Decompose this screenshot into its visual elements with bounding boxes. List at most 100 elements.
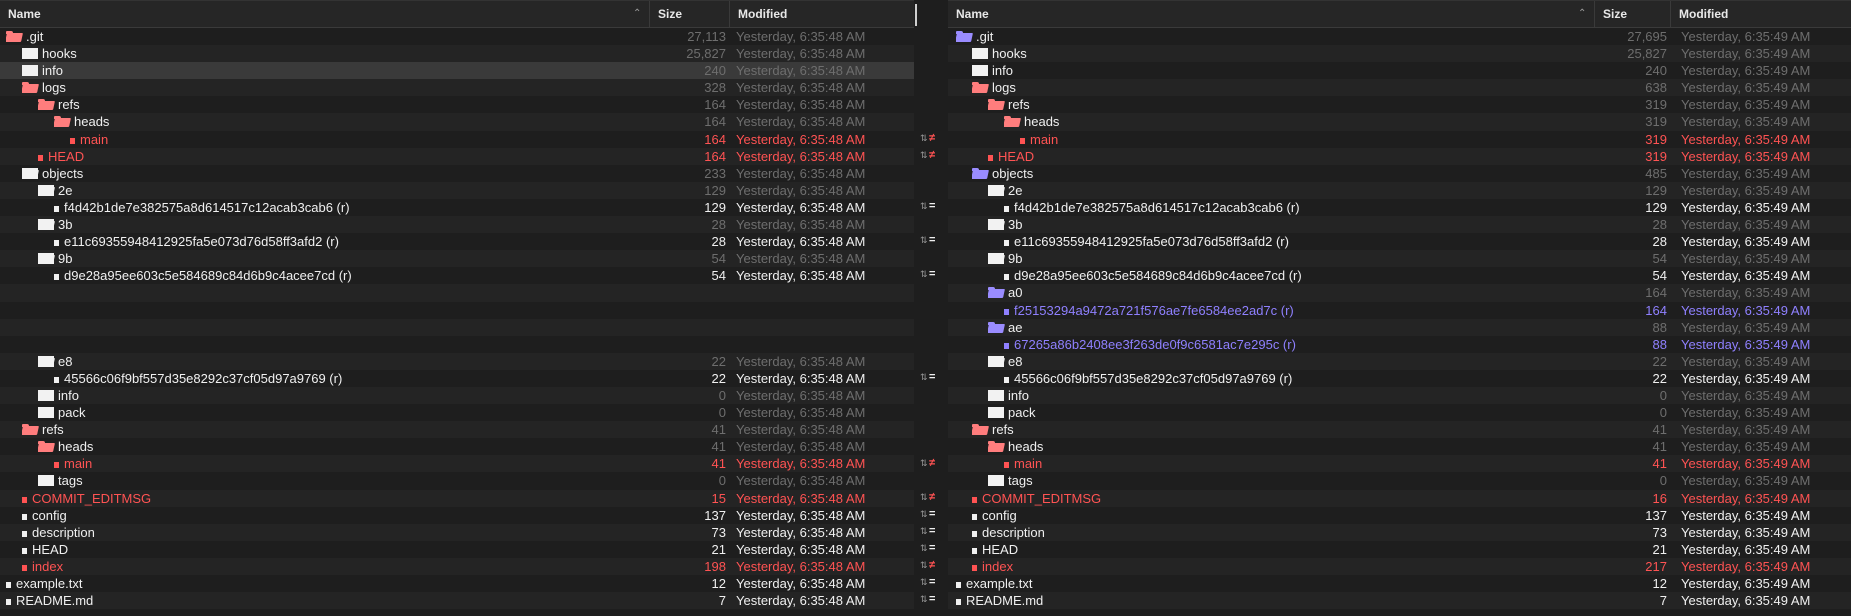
file-row[interactable]: description 73 Yesterday, 6:35:49 AM [948,523,1851,541]
sync-arrows-icon[interactable]: ⇅ [920,232,928,249]
folder-row[interactable]: info 0 Yesterday, 6:35:49 AM [948,386,1851,405]
folder-row[interactable]: info 240 Yesterday, 6:35:49 AM [948,62,1851,79]
file-row[interactable]: 45566c06f9bf557d35e8292c37cf05d97a9769 (… [948,370,1851,387]
folder-row[interactable]: logs 328 Yesterday, 6:35:48 AM [0,79,914,97]
file-row[interactable]: f4d42b1de7e382575a8d614517c12acab3cab6 (… [0,199,914,216]
file-row[interactable]: example.txt 12 Yesterday, 6:35:49 AM [948,575,1851,592]
compare-marker[interactable]: ⇅ = [914,369,948,386]
folder-row[interactable]: objects 485 Yesterday, 6:35:49 AM [948,165,1851,182]
sync-arrows-icon[interactable]: ⇅ [920,574,928,591]
file-row[interactable]: main 164 Yesterday, 6:35:48 AM [0,131,914,148]
folder-row[interactable]: objects 233 Yesterday, 6:35:48 AM [0,165,914,182]
file-row[interactable]: d9e28a95ee603c5e584689c84d6b9c4acee7cd (… [948,267,1851,284]
folder-row[interactable]: logs 638 Yesterday, 6:35:49 AM [948,79,1851,97]
file-row[interactable]: main 319 Yesterday, 6:35:49 AM [948,131,1851,148]
sync-arrows-icon[interactable]: ⇅ [920,540,928,557]
folder-row[interactable]: e8 22 Yesterday, 6:35:48 AM [0,352,914,370]
file-row[interactable]: HEAD 164 Yesterday, 6:35:48 AM [0,147,914,165]
folder-row[interactable]: hooks 25,827 Yesterday, 6:35:49 AM [948,45,1851,63]
compare-marker[interactable]: ⇅ = [914,506,948,523]
modified-column-header[interactable]: Modified [1671,1,1851,27]
folder-row[interactable]: heads 319 Yesterday, 6:35:49 AM [948,113,1851,131]
sort-ascending-icon[interactable]: ⌃ [633,1,641,27]
file-row[interactable]: 67265a86b2408ee3f263de0f9c6581ac7e295c (… [948,336,1851,353]
pane-divider[interactable] [915,4,917,26]
size-column-header[interactable]: Size [650,1,730,27]
file-row[interactable]: index 217 Yesterday, 6:35:49 AM [948,557,1851,575]
folder-row[interactable]: heads 41 Yesterday, 6:35:48 AM [0,438,914,455]
file-row[interactable]: f4d42b1de7e382575a8d614517c12acab3cab6 (… [948,199,1851,216]
folder-row[interactable]: .git 27,113 Yesterday, 6:35:48 AM [0,28,914,45]
folder-row[interactable]: tags 0 Yesterday, 6:35:49 AM [948,472,1851,489]
sort-ascending-icon[interactable]: ⌃ [1578,1,1586,27]
compare-marker[interactable]: ⇅ = [914,266,948,283]
file-row[interactable]: f25153294a9472a721f576ae7fe6584ee2ad7c (… [948,302,1851,319]
compare-marker[interactable]: ⇅ = [914,591,948,608]
modified-column-header[interactable]: Modified [730,1,914,27]
folder-row[interactable]: e8 22 Yesterday, 6:35:49 AM [948,352,1851,370]
folder-row[interactable]: heads 41 Yesterday, 6:35:49 AM [948,438,1851,455]
folder-row[interactable]: info 240 Yesterday, 6:35:48 AM [0,62,914,80]
folder-row[interactable]: refs 319 Yesterday, 6:35:49 AM [948,96,1851,113]
file-row[interactable]: e11c69355948412925fa5e073d76d58ff3afd2 (… [948,233,1851,250]
sync-arrows-icon[interactable]: ⇅ [920,369,928,386]
folder-row[interactable]: pack 0 Yesterday, 6:35:49 AM [948,404,1851,421]
file-row[interactable]: example.txt 12 Yesterday, 6:35:48 AM [0,575,914,592]
name-column-header[interactable]: Name [0,1,650,27]
folder-row[interactable]: 3b 28 Yesterday, 6:35:49 AM [948,216,1851,234]
folder-row[interactable]: hooks 25,827 Yesterday, 6:35:48 AM [0,45,914,63]
folder-row[interactable]: ae 88 Yesterday, 6:35:49 AM [948,318,1851,336]
file-row[interactable]: config 137 Yesterday, 6:35:48 AM [0,507,914,524]
sync-arrows-icon[interactable]: ⇅ [920,489,928,506]
folder-row[interactable]: 2e 129 Yesterday, 6:35:49 AM [948,181,1851,199]
sync-arrows-icon[interactable]: ⇅ [920,591,928,608]
file-row[interactable]: e11c69355948412925fa5e073d76d58ff3afd2 (… [0,233,914,250]
folder-row[interactable]: refs 41 Yesterday, 6:35:48 AM [0,421,914,439]
compare-marker[interactable]: ⇅ = [914,232,948,249]
folder-row[interactable]: heads 164 Yesterday, 6:35:48 AM [0,113,914,131]
sync-arrows-icon[interactable]: ⇅ [920,266,928,283]
name-column-header[interactable]: Name [948,1,1595,27]
sync-arrows-icon[interactable]: ⇅ [920,130,928,147]
compare-marker[interactable]: ⇅ = [914,198,948,215]
compare-marker[interactable]: ⇅ ≠ [914,455,948,472]
folder-row[interactable]: tags 0 Yesterday, 6:35:48 AM [0,472,914,489]
sync-arrows-icon[interactable]: ⇅ [920,455,928,472]
folder-row[interactable]: refs 41 Yesterday, 6:35:49 AM [948,421,1851,439]
folder-row[interactable]: pack 0 Yesterday, 6:35:48 AM [0,404,914,421]
file-row[interactable]: d9e28a95ee603c5e584689c84d6b9c4acee7cd (… [0,267,914,284]
file-row[interactable]: 45566c06f9bf557d35e8292c37cf05d97a9769 (… [0,370,914,387]
compare-marker[interactable]: ⇅ ≠ [914,557,948,574]
folder-row[interactable]: 9b 54 Yesterday, 6:35:48 AM [0,250,914,268]
file-row[interactable]: HEAD 21 Yesterday, 6:35:48 AM [0,541,914,558]
file-row[interactable]: COMMIT_EDITMSG 15 Yesterday, 6:35:48 AM [0,489,914,507]
compare-marker[interactable]: ⇅ ≠ [914,130,948,147]
compare-marker[interactable]: ⇅ ≠ [914,147,948,164]
file-row[interactable]: index 198 Yesterday, 6:35:48 AM [0,557,914,575]
sync-arrows-icon[interactable]: ⇅ [920,557,928,574]
file-row[interactable]: README.md 7 Yesterday, 6:35:49 AM [948,592,1851,610]
file-row[interactable]: COMMIT_EDITMSG 16 Yesterday, 6:35:49 AM [948,489,1851,507]
file-row[interactable]: HEAD 319 Yesterday, 6:35:49 AM [948,147,1851,165]
folder-row[interactable]: 9b 54 Yesterday, 6:35:49 AM [948,250,1851,268]
sync-arrows-icon[interactable]: ⇅ [920,506,928,523]
compare-marker[interactable]: ⇅ = [914,523,948,540]
sync-arrows-icon[interactable]: ⇅ [920,198,928,215]
file-row[interactable]: main 41 Yesterday, 6:35:48 AM [0,455,914,473]
file-row[interactable]: README.md 7 Yesterday, 6:35:48 AM [0,592,914,610]
sync-arrows-icon[interactable]: ⇅ [920,147,928,164]
file-row[interactable]: HEAD 21 Yesterday, 6:35:49 AM [948,541,1851,558]
file-row[interactable]: config 137 Yesterday, 6:35:49 AM [948,507,1851,524]
folder-row[interactable]: .git 27,695 Yesterday, 6:35:49 AM [948,28,1851,45]
folder-row[interactable]: 2e 129 Yesterday, 6:35:48 AM [0,181,914,199]
sync-arrows-icon[interactable]: ⇅ [920,523,928,540]
file-row[interactable]: main 41 Yesterday, 6:35:49 AM [948,455,1851,473]
compare-marker[interactable]: ⇅ = [914,574,948,591]
folder-row[interactable]: 3b 28 Yesterday, 6:35:48 AM [0,216,914,234]
size-column-header[interactable]: Size [1595,1,1671,27]
compare-marker[interactable]: ⇅ ≠ [914,489,948,506]
folder-row[interactable]: refs 164 Yesterday, 6:35:48 AM [0,96,914,113]
compare-marker[interactable]: ⇅ = [914,540,948,557]
file-row[interactable]: description 73 Yesterday, 6:35:48 AM [0,523,914,541]
folder-row[interactable]: info 0 Yesterday, 6:35:48 AM [0,386,914,405]
